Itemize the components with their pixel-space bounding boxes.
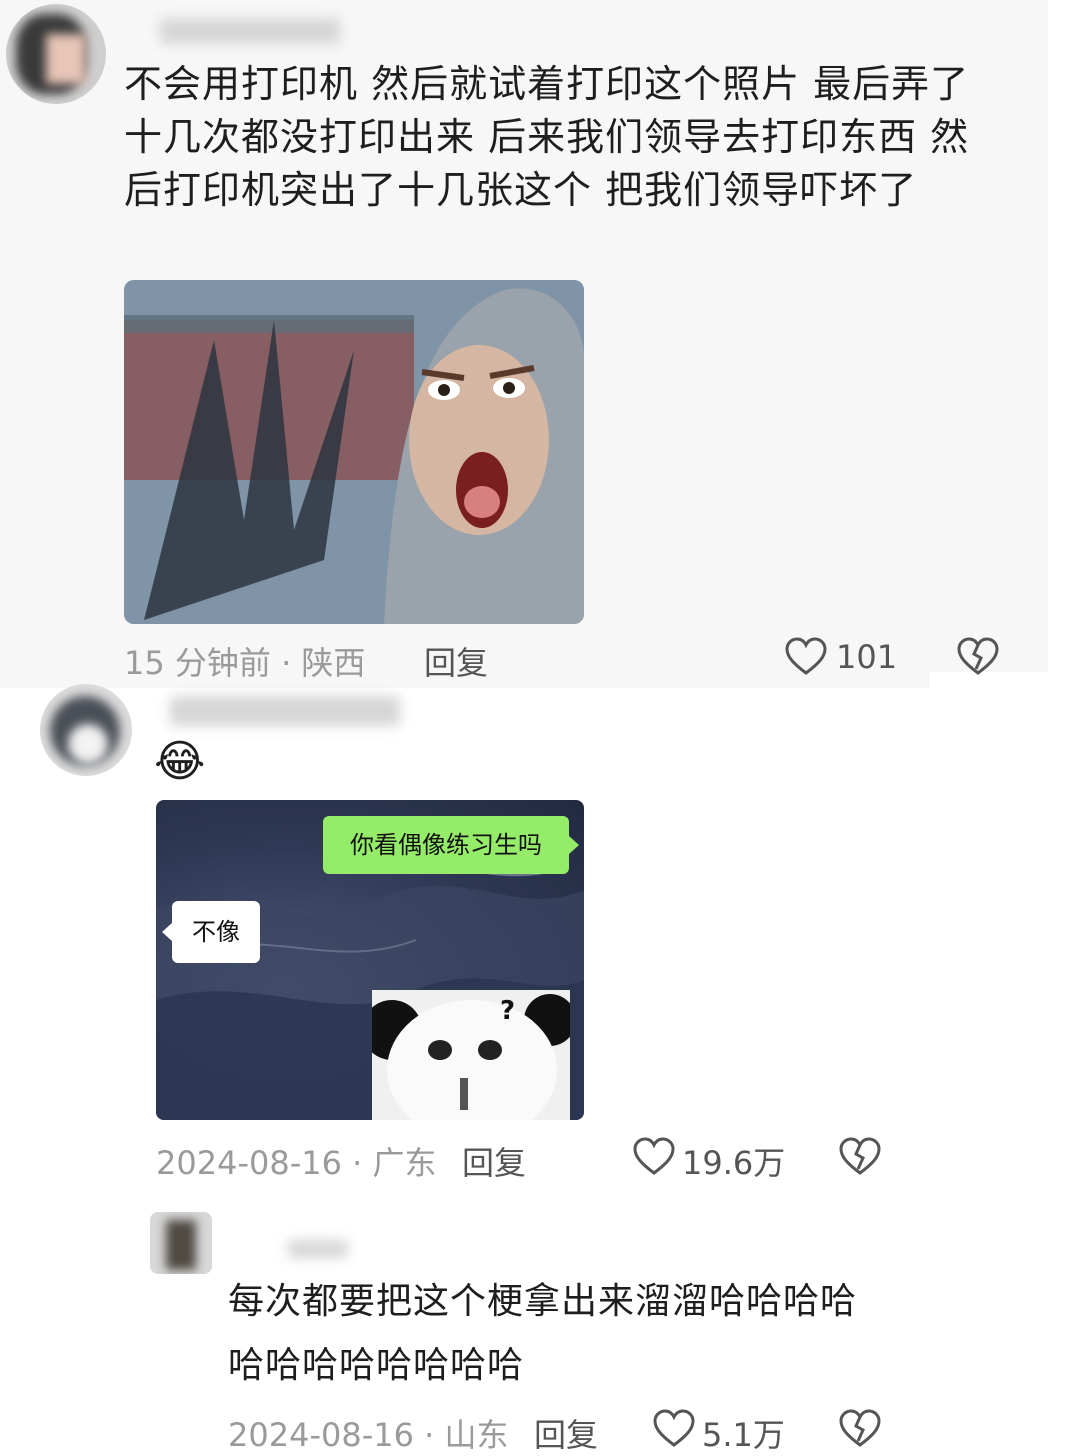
panda-question-mark: ? xyxy=(500,996,516,1026)
username-blurred[interactable] xyxy=(170,696,400,726)
chat-bubble-received: 不像 xyxy=(162,901,260,963)
meme-illustration xyxy=(124,280,584,624)
panda-illustration xyxy=(372,990,570,1120)
reply-button[interactable]: 回复 xyxy=(534,1410,598,1456)
reply-button[interactable]: 回复 xyxy=(462,1138,526,1184)
heart-outline-icon xyxy=(653,1409,695,1447)
comment-time-location: 2024-08-16 · 山东 xyxy=(228,1416,509,1454)
divider xyxy=(930,672,1080,702)
reply-text: 每次都要把这个梗拿出来溜溜哈哈哈哈哈哈哈哈哈哈哈哈 xyxy=(228,1281,858,1386)
username-blurred[interactable] xyxy=(160,18,340,44)
like-count: 5.1万 xyxy=(702,1416,785,1454)
chat-bubble-sent: 你看偶像练习生吗 xyxy=(323,816,579,874)
avatar[interactable] xyxy=(6,4,106,104)
dislike-button[interactable] xyxy=(838,1408,882,1452)
broken-heart-icon xyxy=(839,1409,881,1447)
emoji-laugh-cry: 😂 xyxy=(154,736,206,787)
heart-outline-icon xyxy=(633,1137,675,1175)
like-count: 101 xyxy=(836,638,898,676)
like-count: 19.6万 xyxy=(682,1144,786,1182)
avatar[interactable] xyxy=(40,684,132,776)
like-button[interactable] xyxy=(784,636,828,680)
reply-button[interactable]: 回复 xyxy=(424,638,488,684)
dislike-button[interactable] xyxy=(838,1136,882,1180)
username-blurred[interactable] xyxy=(288,1240,348,1258)
like-button[interactable] xyxy=(632,1136,676,1180)
broken-heart-icon xyxy=(839,1137,881,1175)
like-button[interactable] xyxy=(652,1408,696,1452)
comment-image-meme[interactable] xyxy=(124,280,584,624)
heart-outline-icon xyxy=(785,637,827,675)
broken-heart-icon xyxy=(957,637,999,675)
comment-text: 不会用打印机 然后就试着打印这个照片 最后弄了十几次都没打印出来 后来我们领导去… xyxy=(124,62,970,212)
panda-face-sticker: ? xyxy=(372,990,570,1120)
avatar[interactable] xyxy=(150,1212,212,1274)
comment-time-location: 2024-08-16 · 广东 xyxy=(156,1144,437,1182)
dislike-button[interactable] xyxy=(956,636,1000,680)
comment-time-location: 15 分钟前 · 陕西 xyxy=(124,644,366,682)
